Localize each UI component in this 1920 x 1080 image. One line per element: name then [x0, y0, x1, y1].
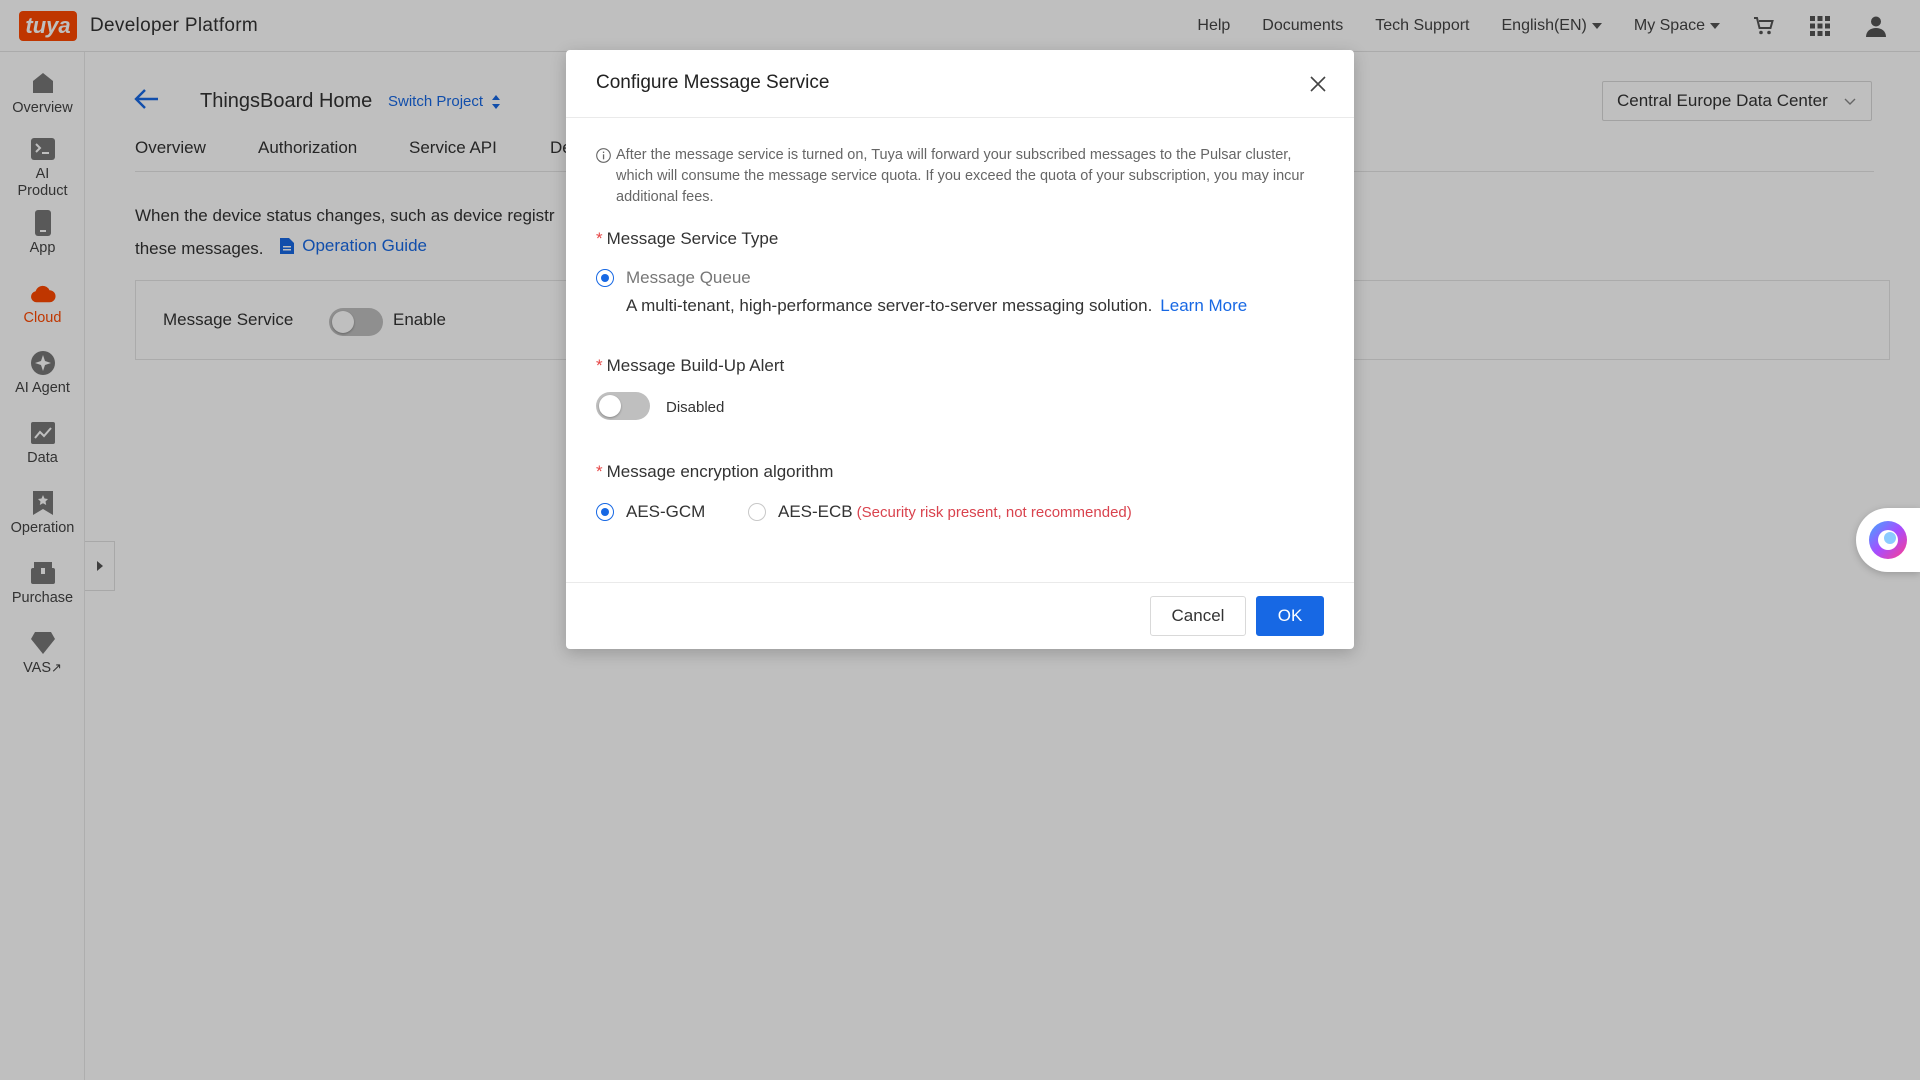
dialog-header: Configure Message Service	[566, 50, 1354, 118]
ai-assistant-button[interactable]	[1856, 508, 1920, 572]
service-type-label-text: Message Service Type	[606, 229, 779, 248]
aes-ecb-label: AES-ECB	[778, 502, 853, 521]
aes-ecb-radio[interactable]	[748, 503, 766, 521]
required-mark: *	[596, 356, 603, 375]
info-icon	[596, 148, 611, 163]
aes-ecb-warning: (Security risk present, not recommended)	[856, 504, 1132, 521]
aes-gcm-label[interactable]: AES-GCM	[626, 502, 705, 522]
message-queue-description: A multi-tenant, high-performance server-…	[626, 296, 1247, 316]
learn-more-link[interactable]: Learn More	[1160, 296, 1247, 315]
required-mark: *	[596, 229, 603, 248]
aes-gcm-radio[interactable]	[596, 503, 614, 521]
dialog-title: Configure Message Service	[596, 72, 830, 93]
encryption-label-text: Message encryption algorithm	[606, 462, 834, 481]
dialog-footer: Cancel OK	[566, 582, 1354, 649]
ok-button[interactable]: OK	[1256, 596, 1324, 636]
configure-message-service-dialog: Configure Message Service After the mess…	[566, 50, 1354, 649]
cancel-button[interactable]: Cancel	[1150, 596, 1246, 636]
aes-ecb-option[interactable]: AES-ECB (Security risk present, not recom…	[778, 502, 1132, 522]
message-queue-desc-text: A multi-tenant, high-performance server-…	[626, 296, 1153, 315]
buildup-alert-state: Disabled	[666, 399, 725, 416]
encryption-label: * Message encryption algorithm	[596, 462, 833, 482]
message-queue-label[interactable]: Message Queue	[626, 268, 751, 288]
toggle-knob	[599, 395, 621, 417]
buildup-alert-label: * Message Build-Up Alert	[596, 356, 784, 376]
service-type-label: * Message Service Type	[596, 229, 778, 249]
notice-text: After the message service is turned on, …	[596, 145, 1326, 208]
close-icon[interactable]	[1306, 72, 1330, 96]
buildup-alert-label-text: Message Build-Up Alert	[606, 356, 785, 375]
message-queue-radio[interactable]	[596, 269, 614, 287]
buildup-alert-toggle[interactable]	[596, 392, 650, 420]
required-mark: *	[596, 462, 603, 481]
assistant-orb-icon	[1869, 521, 1907, 559]
notice-body: After the message service is turned on, …	[616, 147, 1305, 205]
